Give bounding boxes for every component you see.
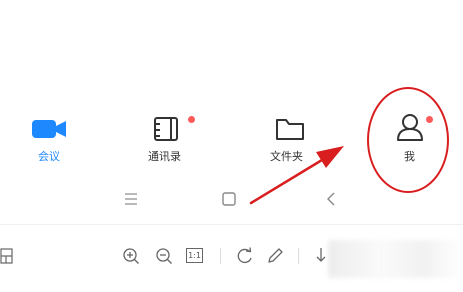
- back-chevron-icon[interactable]: [326, 192, 336, 206]
- tab-me-label: 我: [404, 150, 415, 163]
- blurred-region: [328, 240, 463, 278]
- tab-contacts[interactable]: 通讯录: [130, 108, 200, 170]
- section-divider: [0, 224, 463, 225]
- toolbar-separator: [298, 248, 299, 264]
- address-book-icon: [154, 117, 178, 141]
- video-camera-icon: [32, 120, 66, 138]
- scroll-icon[interactable]: [314, 247, 328, 265]
- home-square-icon[interactable]: [222, 192, 236, 206]
- me-badge: [426, 116, 433, 123]
- zoom-out-icon[interactable]: [155, 247, 173, 265]
- system-navigation-bar: [0, 182, 463, 218]
- person-icon: [397, 114, 423, 141]
- menu-icon[interactable]: [124, 193, 138, 205]
- actual-size-icon[interactable]: 1:1: [186, 248, 203, 263]
- toolbar-separator: [220, 248, 221, 264]
- zoom-in-icon[interactable]: [122, 247, 140, 265]
- tab-me[interactable]: 我: [374, 108, 444, 170]
- layout-icon[interactable]: [0, 248, 14, 264]
- folder-icon: [276, 119, 304, 140]
- pen-icon[interactable]: [266, 247, 284, 265]
- rotate-icon[interactable]: [236, 247, 254, 265]
- bottom-tab-bar: 会议 通讯录 文件夹 我: [0, 108, 463, 170]
- actual-size-label: 1:1: [188, 251, 201, 260]
- tab-contacts-label: 通讯录: [148, 150, 181, 163]
- contacts-badge: [188, 116, 195, 123]
- tab-meeting-label: 会议: [38, 150, 60, 163]
- tab-meeting[interactable]: 会议: [14, 108, 84, 170]
- tab-folder-label: 文件夹: [270, 150, 303, 163]
- tab-folder[interactable]: 文件夹: [254, 108, 324, 170]
